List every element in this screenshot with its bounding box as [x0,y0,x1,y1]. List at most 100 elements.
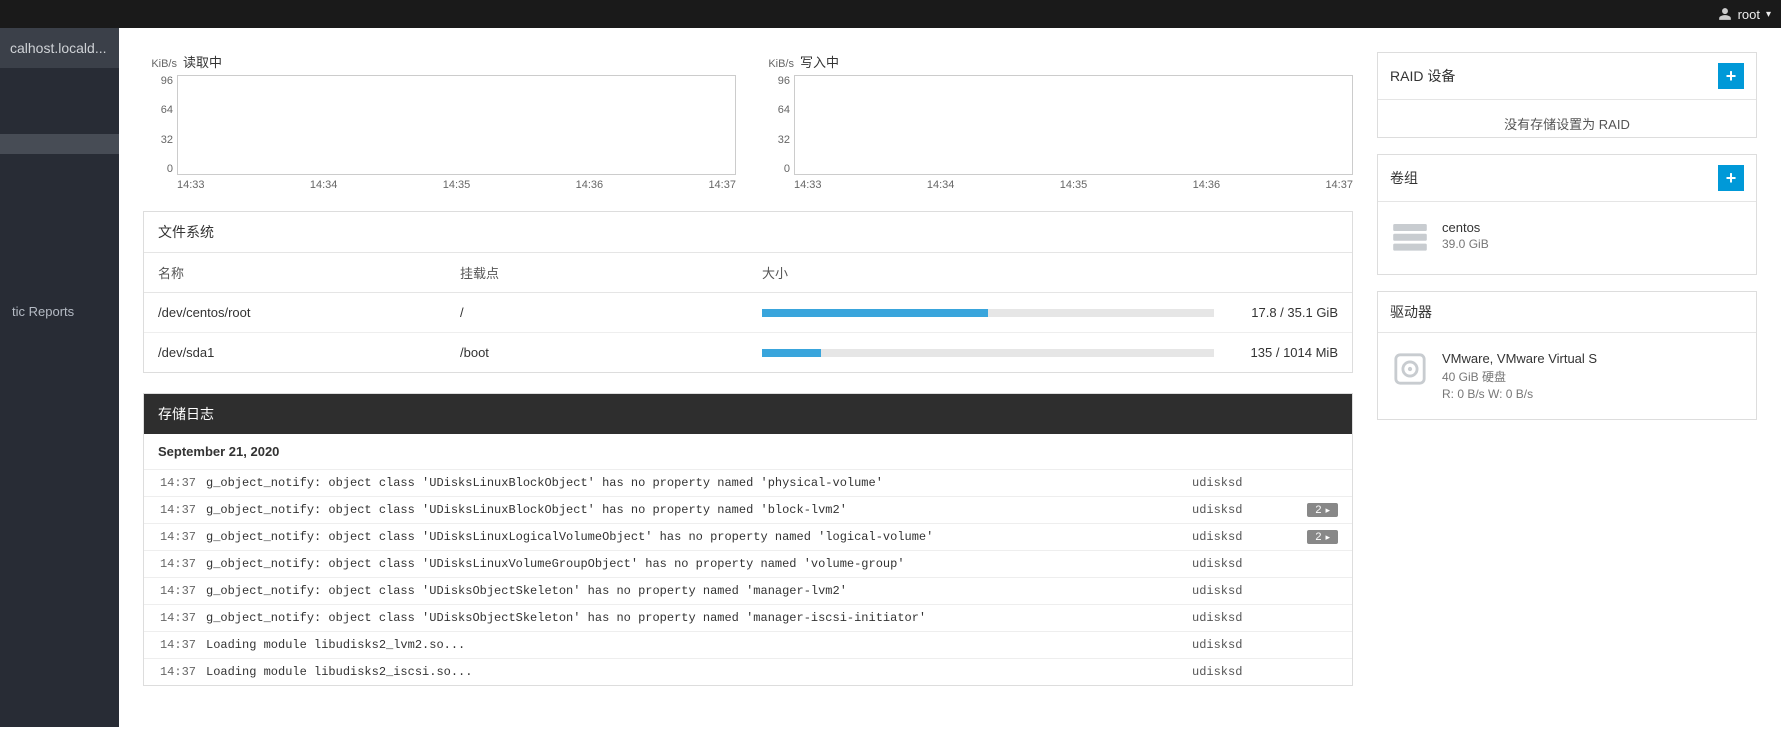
log-date: September 21, 2020 [144,434,1352,469]
vg-item[interactable]: centos 39.0 GiB [1392,214,1742,262]
vg-title: 卷组 [1390,168,1418,188]
log-message: Loading module libudisks2_iscsi.so... [206,665,1192,679]
log-service: udisksd [1192,665,1282,679]
chart-yaxis: 9664320 [760,75,794,175]
log-row[interactable]: 14:37g_object_notify: object class 'UDis… [144,577,1352,604]
log-row[interactable]: 14:37g_object_notify: object class 'UDis… [144,469,1352,496]
log-time: 14:37 [158,638,206,652]
log-message: g_object_notify: object class 'UDisksLin… [206,503,1192,517]
log-time: 14:37 [158,557,206,571]
filesystem-row[interactable]: /dev/centos/root/17.8 / 35.1 GiB [144,293,1352,333]
sidebar-item[interactable] [0,74,119,94]
vg-text: centos 39.0 GiB [1442,220,1489,253]
log-time: 14:37 [158,503,206,517]
log-row[interactable]: 14:37Loading module libudisks2_lvm2.so..… [144,631,1352,658]
log-row[interactable]: 14:37g_object_notify: object class 'UDis… [144,496,1352,523]
drive-rw: R: 0 B/s W: 0 B/s [1442,387,1597,401]
fs-size-cell: 135 / 1014 MiB [748,333,1352,373]
raid-empty: 没有存储设置为 RAID [1378,100,1756,137]
log-row[interactable]: 14:37g_object_notify: object class 'UDis… [144,550,1352,577]
user-name: root [1738,7,1760,22]
sidebar-item[interactable] [0,114,119,134]
log-time: 14:37 [158,530,206,544]
chart-xaxis: 14:3314:3414:3514:3614:37 [177,179,736,191]
log-row[interactable]: 14:37g_object_notify: object class 'UDis… [144,604,1352,631]
chart-plot [177,75,736,175]
vg-name: centos [1442,220,1489,235]
log-service: udisksd [1192,476,1282,490]
log-badge-wrap: 2 [1282,530,1338,544]
left-column: KiB/s读取中966432014:3314:3414:3514:3614:37… [143,52,1353,706]
raid-card: RAID 设备 + 没有存储设置为 RAID [1377,52,1757,138]
chart-title: 读取中 [183,52,222,71]
sidebar-item[interactable] [0,134,119,154]
fs-col-name: 名称 [144,253,446,293]
vg-header: 卷组 + [1378,155,1756,202]
fs-size-text: 135 / 1014 MiB [1228,345,1338,360]
log-time: 14:37 [158,665,206,679]
log-count-badge[interactable]: 2 [1307,530,1338,544]
log-count-badge[interactable]: 2 [1307,503,1338,517]
drives-title: 驱动器 [1390,302,1432,322]
drives-header: 驱动器 [1378,292,1756,333]
chart-title: 写入中 [800,52,839,71]
log-message: g_object_notify: object class 'UDisksLin… [206,530,1192,544]
vg-size: 39.0 GiB [1442,237,1489,251]
log-body: 14:37g_object_notify: object class 'UDis… [144,469,1352,685]
log-service: udisksd [1192,611,1282,625]
user-icon [1718,7,1732,21]
sidebar-nav: tic Reports [0,74,119,329]
log-row[interactable]: 14:37Loading module libudisks2_iscsi.so.… [144,658,1352,685]
log-message: g_object_notify: object class 'UDisksLin… [206,557,1192,571]
vg-card: 卷组 + centos 39.0 GiB [1377,154,1757,275]
vg-add-button[interactable]: + [1718,165,1744,191]
sidebar-item[interactable]: tic Reports [0,294,119,329]
storage-logs-title: 存储日志 [158,404,214,424]
storage-logs-header: 存储日志 [144,394,1352,434]
log-message: Loading module libudisks2_lvm2.so... [206,638,1192,652]
log-time: 14:37 [158,476,206,490]
log-time: 14:37 [158,611,206,625]
filesystems-panel: 文件系统 名称 挂载点 大小 /dev/centos/root/17.8 / 3… [143,211,1353,373]
log-service: udisksd [1192,503,1282,517]
storage-logs-panel: 存储日志 September 21, 2020 14:37g_object_no… [143,393,1353,686]
vg-body: centos 39.0 GiB [1378,202,1756,274]
sidebar-item[interactable] [0,94,119,114]
raid-title: RAID 设备 [1390,66,1455,86]
filesystems-table: 名称 挂载点 大小 /dev/centos/root/17.8 / 35.1 G… [144,253,1352,372]
chart: KiB/s写入中966432014:3314:3414:3514:3614:37 [760,52,1353,191]
sidebar-host[interactable]: calhost.locald... [0,28,119,68]
filesystems-header: 文件系统 [144,212,1352,253]
sidebar-item[interactable] [0,194,119,214]
fs-name: /dev/sda1 [144,333,446,373]
log-badge-wrap: 2 [1282,503,1338,517]
log-service: udisksd [1192,557,1282,571]
chart: KiB/s 读取中 966432014:3314:3414:3514:3614:37 [143,52,736,191]
vg-icon [1392,220,1428,256]
log-service: udisksd [1192,638,1282,652]
fs-name: /dev/centos/root [144,293,446,333]
sidebar-item[interactable] [0,254,119,274]
sidebar-item[interactable] [0,274,119,294]
sidebar-item[interactable] [0,154,119,174]
log-service: udisksd [1192,530,1282,544]
chart-yaxis: 9664320 [143,75,177,175]
fs-col-size: 大小 [748,253,1352,293]
charts-row: KiB/s读取中966432014:3314:3414:3514:3614:37… [143,52,1353,191]
sidebar: calhost.locald... tic Reports [0,28,119,727]
raid-add-button[interactable]: + [1718,63,1744,89]
user-menu[interactable]: root ▾ [1718,7,1771,22]
log-row[interactable]: 14:37g_object_notify: object class 'UDis… [144,523,1352,550]
filesystem-row[interactable]: /dev/sda1/boot135 / 1014 MiB [144,333,1352,373]
fs-size-cell: 17.8 / 35.1 GiB [748,293,1352,333]
sidebar-item[interactable] [0,174,119,194]
log-message: g_object_notify: object class 'UDisksObj… [206,611,1192,625]
sidebar-item[interactable] [0,214,119,234]
chevron-down-icon: ▾ [1766,9,1771,20]
drive-item[interactable]: VMware, VMware Virtual S 40 GiB 硬盘 R: 0 … [1392,345,1742,407]
fs-col-mount: 挂载点 [446,253,748,293]
sidebar-item[interactable] [0,234,119,254]
chart-unit: KiB/s [143,58,177,70]
log-message: g_object_notify: object class 'UDisksObj… [206,584,1192,598]
chart-xaxis: 14:3314:3414:3514:3614:37 [794,179,1353,191]
